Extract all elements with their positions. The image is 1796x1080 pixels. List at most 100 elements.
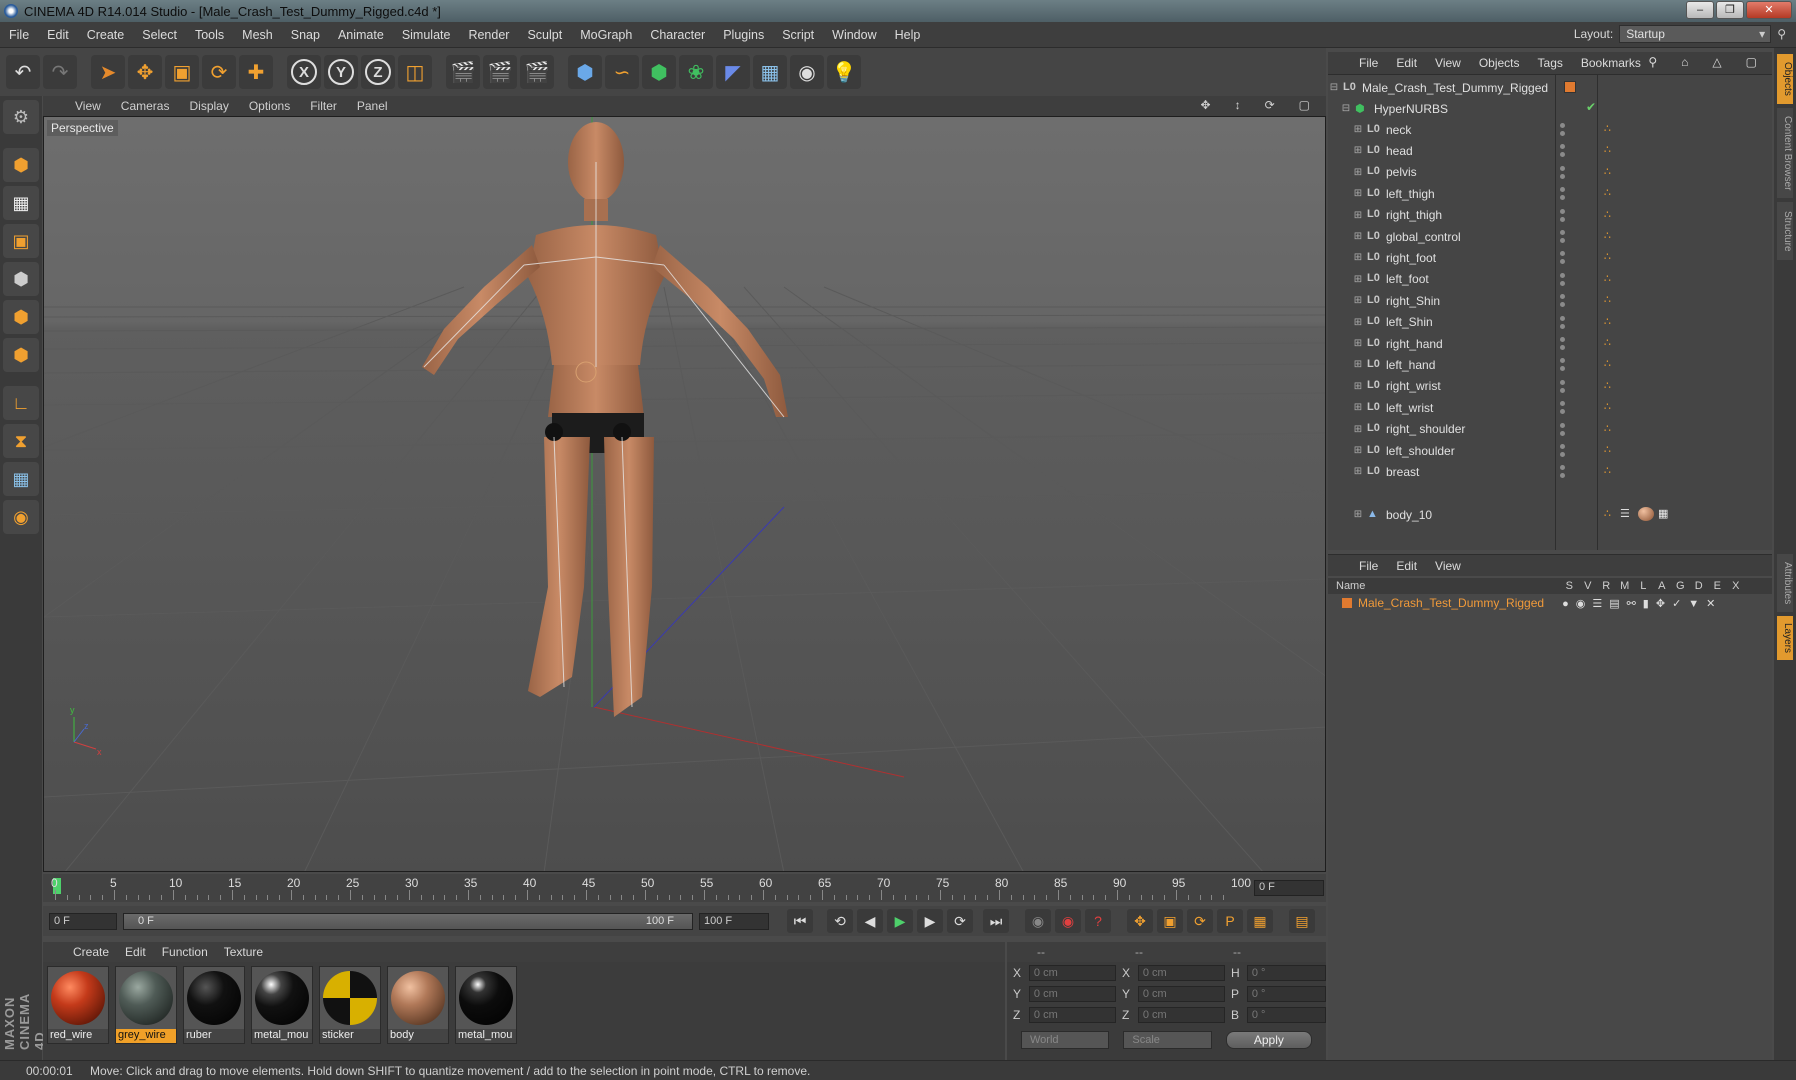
ik-tag-icon[interactable]: ∴ [1604,507,1618,521]
rotation-b-field[interactable]: 0 ° [1246,1006,1326,1023]
expand-icon[interactable]: ⊞ [1352,338,1364,349]
object-row-joint[interactable]: ⊞ L0 left_foot ∴ [1328,269,1772,290]
ik-tag-icon[interactable]: ∴ [1604,229,1618,243]
spline-icon[interactable]: ∽ [605,55,639,89]
close-button[interactable]: ✕ [1746,1,1792,19]
search-icon[interactable]: ⚲ [1639,55,1666,69]
x-axis-lock-button[interactable]: X [287,55,321,89]
record-position-icon[interactable]: ✥ [1127,909,1153,933]
ik-tag-icon[interactable]: ∴ [1604,186,1618,200]
locked-workplane-icon[interactable]: ▦ [3,462,39,496]
visibility-dots[interactable] [1560,401,1565,415]
enabled-check-icon[interactable]: ✔ [1586,100,1596,114]
object-row-joint[interactable]: ⊞ L0 left_wrist ∴ [1328,397,1772,418]
tab-objects[interactable]: Objects [1777,54,1793,104]
lm-menu-file[interactable]: File [1350,559,1387,573]
expand-icon[interactable]: ⊞ [1352,424,1364,435]
ik-tag-icon[interactable]: ∴ [1604,400,1618,414]
visibility-dots[interactable] [1560,251,1565,265]
render-view-icon[interactable]: 🎬 [446,55,480,89]
expand-icon[interactable]: ⊞ [1352,252,1364,263]
material-swatch[interactable]: metal_mou [455,966,517,1044]
menu-tools[interactable]: Tools [186,28,233,42]
record-scale-icon[interactable]: ▣ [1157,909,1183,933]
material-swatch[interactable]: body [387,966,449,1044]
zoom-icon[interactable]: ↕ [1225,98,1251,112]
visibility-dots[interactable] [1560,358,1565,372]
axis-mode-icon[interactable]: ∟ [3,386,39,420]
up-arrow-icon[interactable]: △ [1703,55,1730,69]
timeline-ruler[interactable]: 0 F 0 5 10 15 20 25 30 35 40 45 50 55 60 65 70 75 80 85 90… [43,874,1326,902]
deformer-icon[interactable]: ◤ [716,55,750,89]
visibility-dots[interactable] [1560,208,1565,222]
camera-icon[interactable]: ◉ [790,55,824,89]
object-row-root[interactable]: ⊟ L0 Male_Crash_Test_Dummy_Rigged [1328,77,1772,98]
workplane-mode-icon[interactable]: ▣ [3,224,39,258]
maximize-button[interactable]: ❐ [1716,1,1744,19]
toggle-view-icon[interactable]: ▢ [1289,98,1320,112]
expand-icon[interactable]: ⊞ [1352,210,1364,221]
expand-icon[interactable]: ⊞ [1352,124,1364,135]
move-icon[interactable]: ✥ [128,55,162,89]
layout-select[interactable]: Startup [1619,25,1772,43]
viewport-menu-view[interactable]: View [65,99,111,113]
visibility-dots[interactable] [1560,444,1565,457]
viewport-menu-display[interactable]: Display [179,99,238,113]
menu-file[interactable]: File [0,28,38,42]
visibility-dots[interactable] [1560,294,1565,308]
expand-icon[interactable]: ⊞ [1352,402,1364,413]
record-point-level-icon[interactable]: ▦ [1247,909,1273,933]
menu-simulate[interactable]: Simulate [393,28,460,42]
om-menu-file[interactable]: File [1350,56,1387,70]
expand-icon[interactable]: ⊞ [1352,295,1364,306]
visibility-dots[interactable] [1560,165,1565,179]
ik-tag-icon[interactable]: ∴ [1604,422,1618,436]
om-menu-objects[interactable]: Objects [1470,56,1529,70]
expand-icon[interactable]: ⊞ [1352,466,1364,477]
redo-icon[interactable]: ↷ [43,55,77,89]
coordinate-mode-dropdown[interactable]: Scale [1123,1031,1212,1049]
orbit-icon[interactable]: ⟳ [1255,98,1285,112]
expand-icon[interactable]: ⊞ [1352,167,1364,178]
ik-tag-icon[interactable]: ∴ [1604,336,1618,350]
visibility-dots[interactable] [1560,337,1565,350]
object-row-joint[interactable]: ⊞ L0 right_wrist ∴ [1328,376,1772,397]
ik-tag-icon[interactable]: ∴ [1604,122,1618,136]
pan-icon[interactable]: ✥ [1191,98,1221,112]
object-row-joint[interactable]: ⊞ L0 left_Shin ∴ [1328,312,1772,333]
planar-workplane-icon[interactable]: ◉ [3,500,39,534]
object-row-joint[interactable]: ⊞ L0 pelvis ∴ [1328,162,1772,183]
rotation-h-field[interactable]: 0 ° [1246,964,1326,981]
expand-icon[interactable]: ⊞ [1352,381,1364,392]
menu-sculpt[interactable]: Sculpt [518,28,571,42]
menu-mesh[interactable]: Mesh [233,28,282,42]
object-row-body-mesh[interactable]: ⊞ ▲ body_10 ∴ ☰ ▦ [1328,504,1772,525]
previous-frame-icon[interactable]: ◀ [857,909,883,933]
object-row-joint[interactable]: ⊞ L0 global_control ∴ [1328,226,1772,247]
points-mode-icon[interactable]: ⬢ [3,262,39,296]
next-key-icon[interactable]: ⟳ [947,909,973,933]
texture-mode-icon[interactable]: ▦ [3,186,39,220]
coordinate-system-icon[interactable]: ◫ [398,55,432,89]
ik-tag-icon[interactable]: ∴ [1604,379,1618,393]
end-frame-field[interactable]: 100 F [699,912,769,930]
material-menu-texture[interactable]: Texture [216,945,271,959]
material-swatch[interactable]: grey_wire [115,966,177,1044]
visibility-dots[interactable] [1560,230,1565,243]
expand-icon[interactable]: ⊞ [1352,359,1364,370]
material-tag-icon[interactable] [1638,507,1654,521]
om-menu-edit[interactable]: Edit [1387,56,1426,70]
timeline-window-icon[interactable]: ▤ [1289,909,1315,933]
viewport-menu-filter[interactable]: Filter [300,99,347,113]
expand-icon[interactable]: ⊞ [1352,145,1364,156]
visibility-dots[interactable] [1560,465,1565,479]
light-icon[interactable]: 💡 [827,55,861,89]
autokeying-icon[interactable]: ? [1085,909,1111,933]
live-selection-icon[interactable]: ➤ [91,55,125,89]
object-row-joint[interactable]: ⊞ L0 left_thigh ∴ [1328,183,1772,204]
transform-icon[interactable]: ✚ [239,55,273,89]
layer-color-chip[interactable] [1342,598,1352,608]
record-active-objects-icon[interactable]: ◉ [1055,909,1081,933]
previous-key-icon[interactable]: ⟲ [827,909,853,933]
start-frame-field[interactable]: 0 F [49,912,117,930]
